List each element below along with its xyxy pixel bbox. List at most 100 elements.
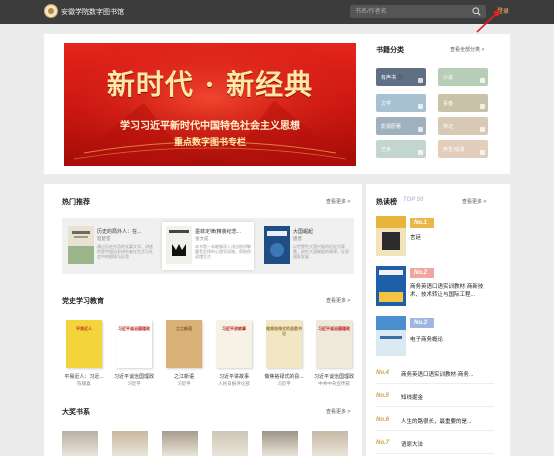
annotation-arrow-icon [476, 9, 501, 33]
book-title: 习近平谈治国理政 [113, 374, 154, 380]
award-book-cover[interactable] [212, 431, 248, 456]
category-label: 小说 [443, 75, 454, 81]
rank-book-title[interactable]: 商务英语口语实训教材·商新技术、技术转让与国际工程... [410, 283, 494, 299]
book-author: 习近平 [127, 381, 141, 386]
hot-recommend-more-link[interactable]: 查看更多 > [326, 198, 350, 205]
book-cover[interactable] [376, 316, 406, 356]
rank-divider [376, 453, 494, 454]
rank-number: No.6 [376, 417, 390, 423]
category-tile[interactable]: 文学 [376, 94, 426, 112]
banner-subtitle: 学习习近平新时代中国特色社会主义思想 [120, 121, 300, 132]
search-input[interactable] [355, 5, 465, 18]
book-cover [166, 226, 192, 264]
rank-divider [376, 406, 494, 407]
party-history-more-link[interactable]: 查看更多 > [326, 297, 350, 304]
category-tile[interactable]: 有声书 🎧 [376, 68, 426, 86]
category-icon [418, 150, 423, 155]
rank-badge: No.1 [410, 218, 434, 228]
book-cover[interactable] [376, 266, 406, 306]
book-title: 做焦裕禄式的县... [264, 374, 304, 380]
categories-more-link[interactable]: 查看全部分类 > [450, 46, 484, 53]
featured-book[interactable]: 墨菲定律(精装纪念... 张文成 本书是一本能够深入浅出地讲解墨菲定律的心理学读… [162, 222, 254, 270]
book-description: 以世界性大国兴衰的历史为背景，研究大国崛起的规律，反思国家发展 [293, 244, 349, 259]
hot-ranking-title: 热读榜 [376, 199, 397, 206]
category-icon [418, 78, 423, 83]
book-author: 张文成 [195, 236, 209, 241]
rank-book-title[interactable]: 商务英语口语实训教材·商务... [401, 370, 493, 378]
book-description: 本书是一本能够深入浅出地讲解墨菲定律的心理学读物，帮助你读懂生活 [195, 244, 251, 259]
category-label: 有声书 🎧 [381, 75, 404, 81]
banner-image[interactable]: 新时代 · 新经典 学习习近平新时代中国特色社会主义思想 重点数字图书专栏 [64, 43, 356, 166]
book-title: 之江新语 [173, 374, 194, 380]
featured-book[interactable]: 大国崛起 唐晋 以世界性大国兴衰的历史为背景，研究大国崛起的规律，反思国家发展 [260, 222, 352, 270]
book-author: 唐晋 [293, 236, 302, 241]
banner-subtitle-2: 重点数字图书专栏 [173, 138, 246, 148]
book-cover-title: 习近平谈治国理政 [318, 326, 350, 331]
category-label: 文学 [381, 101, 392, 107]
book-cover: 习近平讲故事 [216, 320, 252, 368]
rank-number: No.5 [376, 393, 390, 399]
book-cover-title: 习近平谈治国理政 [118, 326, 150, 331]
rank-book-title[interactable]: 言廷 [410, 234, 494, 242]
banner-title: 新时代 · 新经典 [106, 68, 314, 101]
category-icon [480, 127, 485, 132]
category-tile[interactable]: 养生/动漫 [438, 140, 488, 158]
book-cover [68, 226, 94, 264]
category-tile[interactable]: 传记 [438, 117, 488, 135]
award-book-cover[interactable] [312, 431, 348, 456]
book-cover-title: 做焦裕禄式的县委书记 [266, 326, 302, 336]
category-label: 艺术 [381, 147, 392, 153]
category-tile[interactable]: 影视原著 [376, 117, 426, 135]
book-title: 习近平谈治国理政 [313, 374, 354, 380]
book-description: 通过历史作品的长篇文学，讲述的是中国历史研究者在生活与社会中的困境与反思 [97, 244, 153, 259]
book-author: 程楚荃 [97, 236, 111, 241]
book-cover-title: 平易近人 [76, 326, 92, 331]
book-author: 习近平 [277, 381, 291, 386]
rank-divider [376, 430, 494, 431]
category-icon [480, 150, 485, 155]
book-cover: 之江新语 [166, 320, 202, 368]
library-logo[interactable] [44, 4, 58, 18]
book-cover: 平易近人 [66, 320, 102, 368]
book-cover [264, 226, 290, 264]
book-author: 陈锡喜 [77, 381, 91, 386]
category-icon [480, 78, 485, 83]
category-tile[interactable]: 青春 [438, 94, 488, 112]
award-book-cover[interactable] [162, 431, 198, 456]
book-title: 平易近人：习近... [64, 374, 104, 380]
party-history-title: 党史学习教育 [62, 298, 104, 305]
rank-divider [376, 383, 494, 384]
search-box[interactable] [350, 5, 486, 18]
category-tile[interactable]: 小说 [438, 68, 488, 86]
book-cover-title: 之江新语 [176, 326, 192, 331]
rank-book-title[interactable]: 知线掘金 [401, 393, 493, 401]
book-cover: 习近平谈治国理政 [316, 320, 352, 368]
award-book-cover[interactable] [262, 431, 298, 456]
book-cover: 习近平谈治国理政 [116, 320, 152, 368]
featured-book[interactable]: 历史的局外人：在... 程楚荃 通过历史作品的长篇文学，讲述的是中国历史研究者在… [64, 222, 156, 270]
book-author: 习近平 [177, 381, 191, 386]
award-book-cover[interactable] [62, 431, 98, 456]
category-icon [480, 104, 485, 109]
category-icon [418, 104, 423, 109]
hot-recommend-title: 热门推荐 [62, 199, 90, 206]
awards-more-link[interactable]: 查看更多 > [326, 408, 350, 415]
site-name[interactable]: 安徽学院数字图书馆 [61, 7, 124, 17]
category-tile[interactable]: 艺术 [376, 140, 426, 158]
rank-book-title[interactable]: 语原大法 [401, 440, 493, 448]
award-book-cover[interactable] [112, 431, 148, 456]
hot-ranking-more-link[interactable]: 查看更多 > [462, 198, 486, 205]
rank-book-title[interactable]: 人生的路很长，最重要的是... [401, 417, 493, 425]
book-cover: 做焦裕禄式的县委书记 [266, 320, 302, 368]
book-author: 中共中央宣传部 [318, 381, 350, 386]
category-label: 影视原著 [381, 124, 402, 130]
book-cover-title: 习近平讲故事 [222, 326, 246, 331]
book-title: 习近平讲故事 [218, 374, 249, 380]
rank-number: No.7 [376, 440, 390, 446]
book-cover[interactable] [376, 216, 406, 256]
awards-title: 大奖书系 [62, 409, 90, 416]
book-title: 墨菲定律(精装纪念... [195, 229, 241, 235]
rank-book-title[interactable]: 电子商务概论 [410, 336, 494, 344]
rank-badge: No.2 [410, 268, 434, 278]
category-label: 青春 [443, 101, 454, 107]
